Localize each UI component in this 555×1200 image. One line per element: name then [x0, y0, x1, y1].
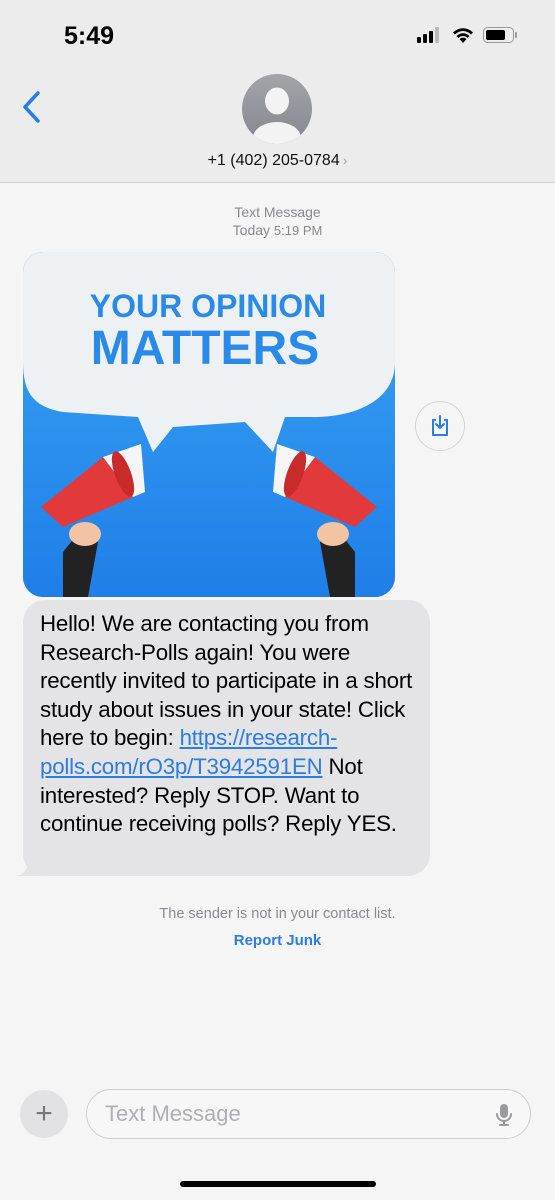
unknown-sender-notice: The sender is not in your contact list. [159, 906, 396, 922]
home-indicator [180, 1181, 376, 1187]
message-type: Text Message [234, 204, 321, 220]
message-input-placeholder: Text Message [105, 1101, 241, 1126]
image-attachment[interactable]: YOUR OPINION MATTERS [23, 252, 395, 597]
battery-icon [483, 27, 517, 43]
contact-avatar[interactable] [242, 74, 312, 144]
conversation-header: 5:49 +1 (402) 205-0784 › [0, 0, 555, 183]
report-junk-link[interactable]: Report Junk [0, 932, 555, 949]
back-button[interactable] [20, 90, 44, 129]
message-time: 5:19 PM [273, 223, 323, 238]
plus-icon: + [35, 1097, 53, 1130]
signal-icon [417, 27, 439, 43]
person-icon [253, 87, 301, 144]
image-line1: YOUR OPINION [90, 288, 326, 324]
image-line2: MATTERS [91, 322, 319, 375]
save-image-button[interactable] [415, 401, 465, 451]
contact-number: +1 (402) 205-0784 [207, 152, 340, 169]
chevron-right-icon: › [342, 152, 348, 168]
wifi-icon [453, 28, 473, 43]
opinion-illustration: YOUR OPINION MATTERS [23, 252, 395, 597]
contact-name-button[interactable]: +1 (402) 205-0784 › [0, 152, 555, 170]
microphone-icon[interactable] [496, 1103, 512, 1127]
status-icons [417, 27, 517, 43]
download-icon [432, 415, 448, 436]
message-day: Today [232, 222, 271, 238]
message-timestamp: Text Message Today 5:19 PM [0, 203, 555, 240]
message-input[interactable]: Text Message [86, 1089, 531, 1139]
status-time: 5:49 [64, 22, 115, 50]
message-bubble: Hello! We are contacting you from Resear… [23, 600, 430, 876]
apps-button[interactable]: + [20, 1090, 68, 1138]
chevron-left-icon [23, 91, 40, 123]
